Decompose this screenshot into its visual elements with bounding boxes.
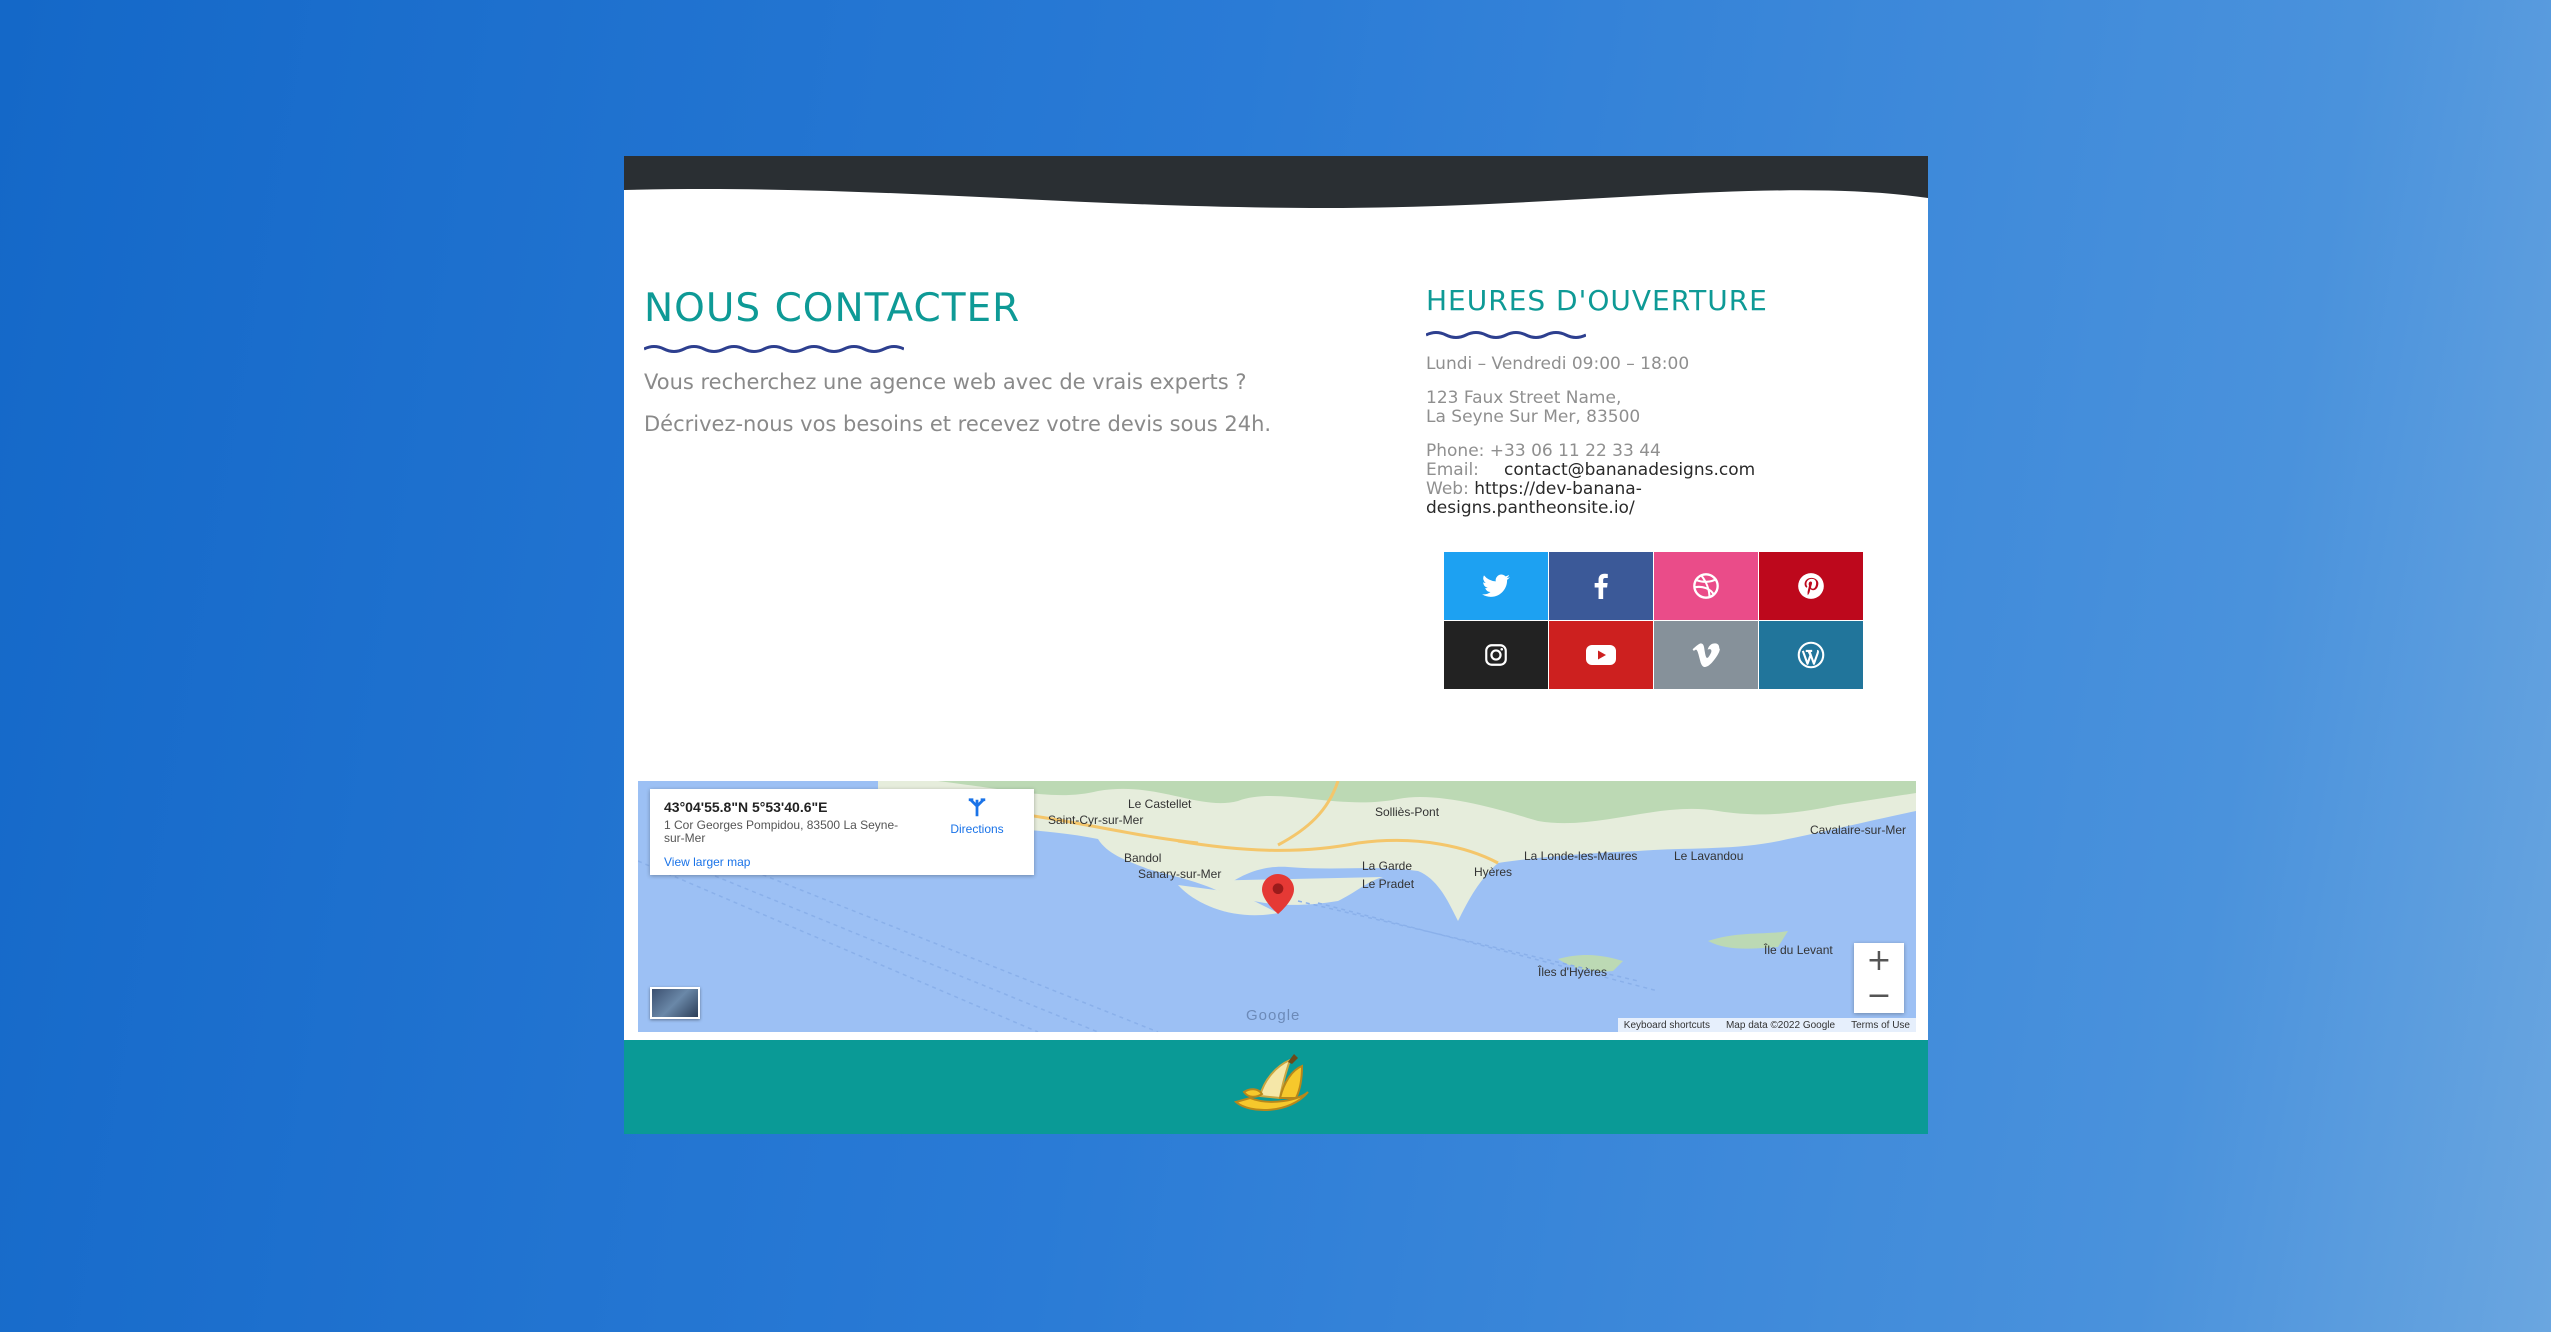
- facebook-icon: [1594, 573, 1608, 599]
- instagram-icon: [1485, 644, 1507, 666]
- hours-section: HEURES D'OUVERTURE Lundi – Vendredi 09:0…: [1426, 284, 1906, 518]
- facebook-button[interactable]: [1549, 552, 1653, 620]
- map-place-label: Îles d'Hyères: [1538, 965, 1607, 979]
- footer: [624, 1040, 1928, 1134]
- email-link[interactable]: contact@bananadesigns.com: [1504, 460, 1755, 480]
- vimeo-icon: [1692, 643, 1720, 667]
- map-place-label: Le Castellet: [1128, 797, 1192, 811]
- map-place-label: Île du Levant: [1764, 943, 1833, 957]
- zoom-out-button[interactable]: −: [1854, 978, 1904, 1013]
- keyboard-shortcuts-link[interactable]: Keyboard shortcuts: [1624, 1020, 1710, 1031]
- google-logo: Google: [1246, 1007, 1301, 1024]
- zoom-in-button[interactable]: +: [1854, 943, 1904, 978]
- map-place-label: Solliès-Pont: [1375, 805, 1440, 819]
- contact-title: NOUS CONTACTER: [644, 286, 1021, 331]
- satellite-toggle[interactable]: [650, 987, 700, 1019]
- banana-logo-icon[interactable]: [1230, 1052, 1316, 1116]
- opening-schedule: Lundi – Vendredi 09:00 – 18:00: [1426, 354, 1690, 374]
- web-row: Web: https://dev-banana-: [1426, 480, 1906, 499]
- web-link-cont[interactable]: designs.pantheonsite.io/: [1426, 499, 1906, 518]
- twitter-icon: [1482, 574, 1510, 597]
- map-place-label: Hyères: [1474, 865, 1513, 879]
- wordpress-button[interactable]: [1759, 621, 1863, 689]
- terms-of-use-link[interactable]: Terms of Use: [1851, 1020, 1910, 1031]
- map-place-label: Bandol: [1124, 851, 1162, 865]
- view-larger-map-link[interactable]: View larger map: [664, 855, 1020, 869]
- contact-cta-line: Décrivez-nous vos besoins et recevez vot…: [644, 411, 1272, 436]
- map-place-label: Sanary-sur-Mer: [1138, 867, 1222, 881]
- map-place-label: La Londe-les-Maures: [1524, 849, 1638, 863]
- twitter-button[interactable]: [1444, 552, 1548, 620]
- vimeo-button[interactable]: [1654, 621, 1758, 689]
- instagram-button[interactable]: [1444, 621, 1548, 689]
- map-place-label: Cavalaire-sur-Mer: [1810, 823, 1907, 837]
- wordpress-icon: [1797, 641, 1825, 669]
- embedded-map[interactable]: Le Castellet Solliès-Pont Saint-Cyr-sur-…: [638, 781, 1916, 1032]
- contact-intro-line: Vous recherchez une agence web avec de v…: [644, 370, 1247, 394]
- directions-icon: [968, 798, 986, 817]
- map-place-label: Le Pradet: [1362, 877, 1415, 891]
- address-line-1: 123 Faux Street Name,: [1426, 388, 1622, 408]
- map-place-label: Saint-Cyr-sur-Mer: [1048, 813, 1144, 827]
- contact-section: NOUS CONTACTER Vous recherchez une agenc…: [644, 286, 1394, 440]
- map-place-label: Le Lavandou: [1674, 849, 1744, 863]
- dribbble-icon: [1693, 573, 1719, 599]
- hours-squiggle: [1426, 331, 1586, 339]
- address-line-2: La Seyne Sur Mer, 83500: [1426, 407, 1641, 427]
- pinterest-button[interactable]: [1759, 552, 1863, 620]
- map-info-card: 43°04'55.8"N 5°53'40.6"E 1 Cor Georges P…: [650, 789, 1034, 875]
- map-data-text: Map data ©2022 Google: [1725, 1019, 1836, 1031]
- web-label: Web:: [1426, 479, 1469, 499]
- pinterest-icon: [1798, 573, 1824, 599]
- map-address: 1 Cor Georges Pompidou, 83500 La Seyne-s…: [664, 818, 899, 845]
- youtube-button[interactable]: [1549, 621, 1653, 689]
- map-place-label: La Garde: [1362, 859, 1413, 873]
- page-container: NOUS CONTACTER Vous recherchez une agenc…: [624, 156, 1928, 1134]
- header-wave: [624, 156, 1928, 208]
- zoom-controls: + −: [1854, 943, 1904, 1013]
- youtube-icon: [1586, 645, 1616, 665]
- directions-button[interactable]: Directions: [942, 797, 1012, 836]
- hours-title: HEURES D'OUVERTURE: [1426, 284, 1768, 317]
- phone-text: Phone: +33 06 11 22 33 44: [1426, 441, 1661, 461]
- social-grid: [1444, 552, 1863, 690]
- map-pin-icon[interactable]: [1261, 874, 1295, 914]
- directions-label: Directions: [950, 822, 1004, 836]
- dribbble-button[interactable]: [1654, 552, 1758, 620]
- title-squiggle: [644, 345, 904, 353]
- map-attribution: Keyboard shortcuts Map data ©2022 Google…: [1617, 1018, 1916, 1032]
- email-label: Email:: [1426, 460, 1479, 480]
- web-link[interactable]: https://dev-banana-: [1474, 479, 1642, 499]
- email-row: Email: contact@bananadesigns.com: [1426, 461, 1906, 480]
